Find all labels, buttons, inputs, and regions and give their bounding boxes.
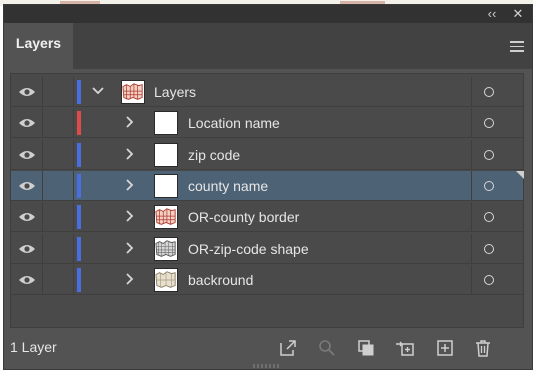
visibility-cell[interactable] (11, 170, 43, 200)
visibility-cell[interactable] (11, 264, 43, 294)
chevron-right-icon[interactable] (123, 178, 137, 192)
chevron-right-icon[interactable] (123, 115, 137, 129)
visibility-cell[interactable] (11, 233, 43, 263)
eye-icon[interactable] (18, 243, 36, 255)
target-circle-icon[interactable] (484, 212, 494, 223)
layer-name[interactable]: Location name (188, 108, 280, 138)
layer-name[interactable]: OR-zip-code shape (188, 234, 309, 264)
panel-titlebar: ‹‹ ✕ (4, 5, 532, 23)
eye-icon[interactable] (18, 117, 36, 129)
layer-thumbnail (154, 142, 178, 167)
collect-icon[interactable] (356, 338, 376, 358)
chevron-right-icon[interactable] (123, 241, 137, 255)
hamburger-menu-icon[interactable] (510, 41, 524, 52)
selection-indicator (516, 170, 524, 179)
layer-row[interactable]: backround (11, 264, 524, 295)
target-cell[interactable] (471, 264, 524, 294)
search-icon[interactable] (317, 338, 337, 358)
layer-thumbnail (154, 267, 178, 292)
eye-icon[interactable] (18, 86, 36, 98)
target-circle-icon[interactable] (484, 118, 494, 129)
close-icon[interactable]: ✕ (510, 5, 526, 23)
layer-row[interactable]: OR-county border (11, 202, 524, 233)
target-cell[interactable] (471, 108, 524, 138)
layer-row[interactable]: Location name (11, 108, 524, 139)
layer-name[interactable]: backround (188, 265, 253, 295)
layer-color-bar (77, 142, 81, 167)
layer-row[interactable]: Layers (11, 77, 523, 107)
chevron-down-icon[interactable] (91, 84, 105, 98)
layer-name[interactable]: county name (188, 171, 268, 201)
layer-color-bar (77, 111, 81, 136)
visibility-cell[interactable] (11, 108, 43, 138)
target-circle-icon[interactable] (484, 149, 494, 160)
layer-list: Layers Location name zip code county nam… (10, 73, 524, 328)
trash-icon[interactable] (473, 338, 493, 358)
layer-color-bar (77, 80, 81, 104)
layer-count: 1 Layer (10, 339, 57, 355)
lock-toggle-cell[interactable] (42, 233, 74, 263)
target-cell[interactable] (471, 233, 524, 263)
layer-thumbnail (154, 236, 178, 261)
layer-name[interactable]: OR-county border (188, 202, 299, 232)
layer-thumbnail (154, 173, 178, 198)
target-cell[interactable] (471, 77, 524, 106)
visibility-cell[interactable] (11, 139, 43, 169)
layer-row[interactable]: county name (11, 170, 524, 201)
lock-toggle-cell[interactable] (42, 264, 74, 294)
lock-toggle-cell[interactable] (42, 139, 74, 169)
target-circle-icon[interactable] (484, 243, 494, 254)
layer-thumbnail (154, 111, 178, 136)
eye-icon[interactable] (18, 180, 36, 192)
chevron-right-icon[interactable] (123, 272, 137, 286)
eye-icon[interactable] (18, 274, 36, 286)
layer-thumbnail (154, 205, 178, 230)
chevron-right-icon[interactable] (123, 209, 137, 223)
tab-layers[interactable]: Layers (4, 23, 73, 69)
eye-icon[interactable] (18, 211, 36, 223)
visibility-cell[interactable] (11, 77, 43, 106)
collapse-icon[interactable]: ‹‹ (484, 5, 500, 23)
target-cell[interactable] (471, 139, 524, 169)
eye-icon[interactable] (18, 149, 36, 161)
new-sublayer-icon[interactable] (435, 338, 455, 358)
layer-name[interactable]: zip code (188, 140, 240, 170)
lock-toggle-cell[interactable] (42, 202, 74, 232)
target-circle-icon[interactable] (484, 180, 494, 191)
visibility-cell[interactable] (11, 202, 43, 232)
layer-color-bar (77, 205, 81, 230)
layer-color-bar (77, 267, 81, 292)
layer-color-bar (77, 236, 81, 261)
target-circle-icon[interactable] (484, 87, 494, 97)
layer-row[interactable]: zip code (11, 139, 524, 170)
export-icon[interactable] (278, 338, 298, 358)
chevron-right-icon[interactable] (123, 147, 137, 161)
tab-bar: Layers (4, 23, 532, 69)
layers-panel: ‹‹ ✕ Layers Layers Location name zip cod… (3, 4, 533, 370)
target-cell[interactable] (471, 202, 524, 232)
resize-grip-icon[interactable] (252, 363, 280, 369)
lock-toggle-cell[interactable] (42, 108, 74, 138)
layer-thumbnail (121, 80, 145, 104)
target-circle-icon[interactable] (484, 274, 494, 285)
move-selection-icon[interactable] (395, 338, 415, 358)
target-cell[interactable] (471, 170, 524, 200)
layer-row[interactable]: OR-zip-code shape (11, 233, 524, 264)
layer-name[interactable]: Layers (154, 77, 196, 107)
lock-toggle-cell[interactable] (42, 170, 74, 200)
lock-toggle-cell[interactable] (42, 77, 74, 106)
layer-color-bar (77, 173, 81, 198)
